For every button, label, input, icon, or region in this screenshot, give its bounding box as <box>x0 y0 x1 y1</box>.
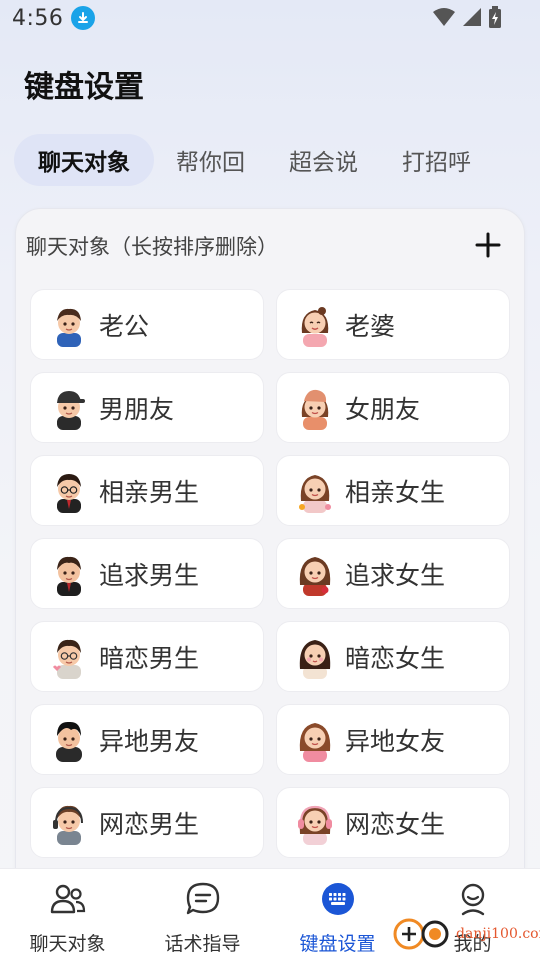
chat-target-label: 女朋友 <box>345 394 421 424</box>
watermark: danji100.com <box>392 912 540 956</box>
tab-greeting[interactable]: 打招呼 <box>380 134 493 186</box>
chat-target-card-secret-crush-boy[interactable]: 暗恋男生 <box>30 621 264 692</box>
chat-target-label: 网恋男生 <box>99 809 200 839</box>
chat-target-label: 老公 <box>99 311 150 341</box>
download-icon <box>71 6 96 30</box>
boy-hoodie-avatar-icon <box>49 718 89 762</box>
chat-target-label: 追求女生 <box>345 560 446 590</box>
nav-label: 键盘设置 <box>299 933 376 955</box>
status-time: 4:56 <box>12 5 64 31</box>
nav-script-guide[interactable]: 话术指导 <box>135 869 270 960</box>
nav-keyboard-settings[interactable]: 键盘设置 <box>270 869 405 960</box>
girl-avatar-icon <box>295 303 335 347</box>
chat-target-label: 暗恋男生 <box>99 643 200 673</box>
chat-target-panel: 聊天对象（长按排序删除） 老公 老婆 男朋友 女朋友 相亲男生 相亲女生 追求男… <box>15 208 525 908</box>
girl-shy-avatar-icon <box>295 635 335 679</box>
chat-target-label: 网恋女生 <box>345 809 446 839</box>
chat-target-card-long-distance-girlfriend[interactable]: 异地女友 <box>276 704 510 775</box>
chat-bubble-icon <box>185 881 221 917</box>
chat-target-label: 男朋友 <box>99 394 175 424</box>
watermark-text: danji100.com <box>456 926 540 942</box>
chat-target-card-blind-date-boy[interactable]: 相亲男生 <box>30 455 264 526</box>
boy-avatar-icon <box>49 303 89 347</box>
girl-headphones-avatar-icon <box>295 801 335 845</box>
chat-target-label: 追求男生 <box>99 560 200 590</box>
chat-target-card-online-love-boy[interactable]: 网恋男生 <box>30 787 264 858</box>
nav-label: 聊天对象 <box>29 933 106 955</box>
chat-target-card-long-distance-boyfriend[interactable]: 异地男友 <box>30 704 264 775</box>
boy-suit-avatar-icon <box>49 552 89 596</box>
boy-headset-avatar-icon <box>49 801 89 845</box>
chat-target-label: 暗恋女生 <box>345 643 446 673</box>
page-title: 键盘设置 <box>24 70 144 105</box>
girl-roses-avatar-icon <box>295 552 335 596</box>
chat-target-card-girlfriend[interactable]: 女朋友 <box>276 372 510 443</box>
boy-cap-avatar-icon <box>49 386 89 430</box>
chat-target-label: 异地男友 <box>99 726 200 756</box>
chat-target-label: 相亲男生 <box>99 477 200 507</box>
tab-bar: 聊天对象 帮你回 超会说 打招呼 <box>14 134 493 186</box>
boy-glasses-avatar-icon <box>49 469 89 513</box>
chat-target-label: 相亲女生 <box>345 477 446 507</box>
tab-super-talk[interactable]: 超会说 <box>267 134 380 186</box>
add-icon[interactable] <box>474 231 502 259</box>
battery-icon <box>488 6 502 32</box>
girl-flowers-avatar-icon <box>295 469 335 513</box>
chat-target-card-husband[interactable]: 老公 <box>30 289 264 360</box>
chat-target-card-boyfriend[interactable]: 男朋友 <box>30 372 264 443</box>
chat-target-card-secret-crush-girl[interactable]: 暗恋女生 <box>276 621 510 692</box>
signal-icon <box>462 7 482 31</box>
tab-chat-target[interactable]: 聊天对象 <box>14 134 154 186</box>
chat-target-card-pursue-boy[interactable]: 追求男生 <box>30 538 264 609</box>
watermark-logo-icon <box>392 912 452 956</box>
chat-target-grid: 老公 老婆 男朋友 女朋友 相亲男生 相亲女生 追求男生 追求女生 暗恋男生 暗… <box>30 289 512 858</box>
chat-target-card-blind-date-girl[interactable]: 相亲女生 <box>276 455 510 526</box>
chat-target-card-online-love-girl[interactable]: 网恋女生 <box>276 787 510 858</box>
girl-casual-avatar-icon <box>295 718 335 762</box>
status-bar: 4:56 <box>0 0 540 36</box>
chat-target-label: 老婆 <box>345 311 396 341</box>
chat-target-card-pursue-girl[interactable]: 追求女生 <box>276 538 510 609</box>
nav-chat-target[interactable]: 聊天对象 <box>0 869 135 960</box>
keyboard-icon <box>320 881 356 917</box>
nav-label: 话术指导 <box>164 933 241 955</box>
tab-help-reply[interactable]: 帮你回 <box>154 134 267 186</box>
panel-header: 聊天对象（长按排序删除） <box>26 235 278 259</box>
contacts-icon <box>50 881 86 917</box>
chat-target-card-wife[interactable]: 老婆 <box>276 289 510 360</box>
wifi-icon <box>432 7 456 31</box>
chat-target-label: 异地女友 <box>345 726 446 756</box>
girl-hat-avatar-icon <box>295 386 335 430</box>
boy-glasses-heart-avatar-icon <box>49 635 89 679</box>
